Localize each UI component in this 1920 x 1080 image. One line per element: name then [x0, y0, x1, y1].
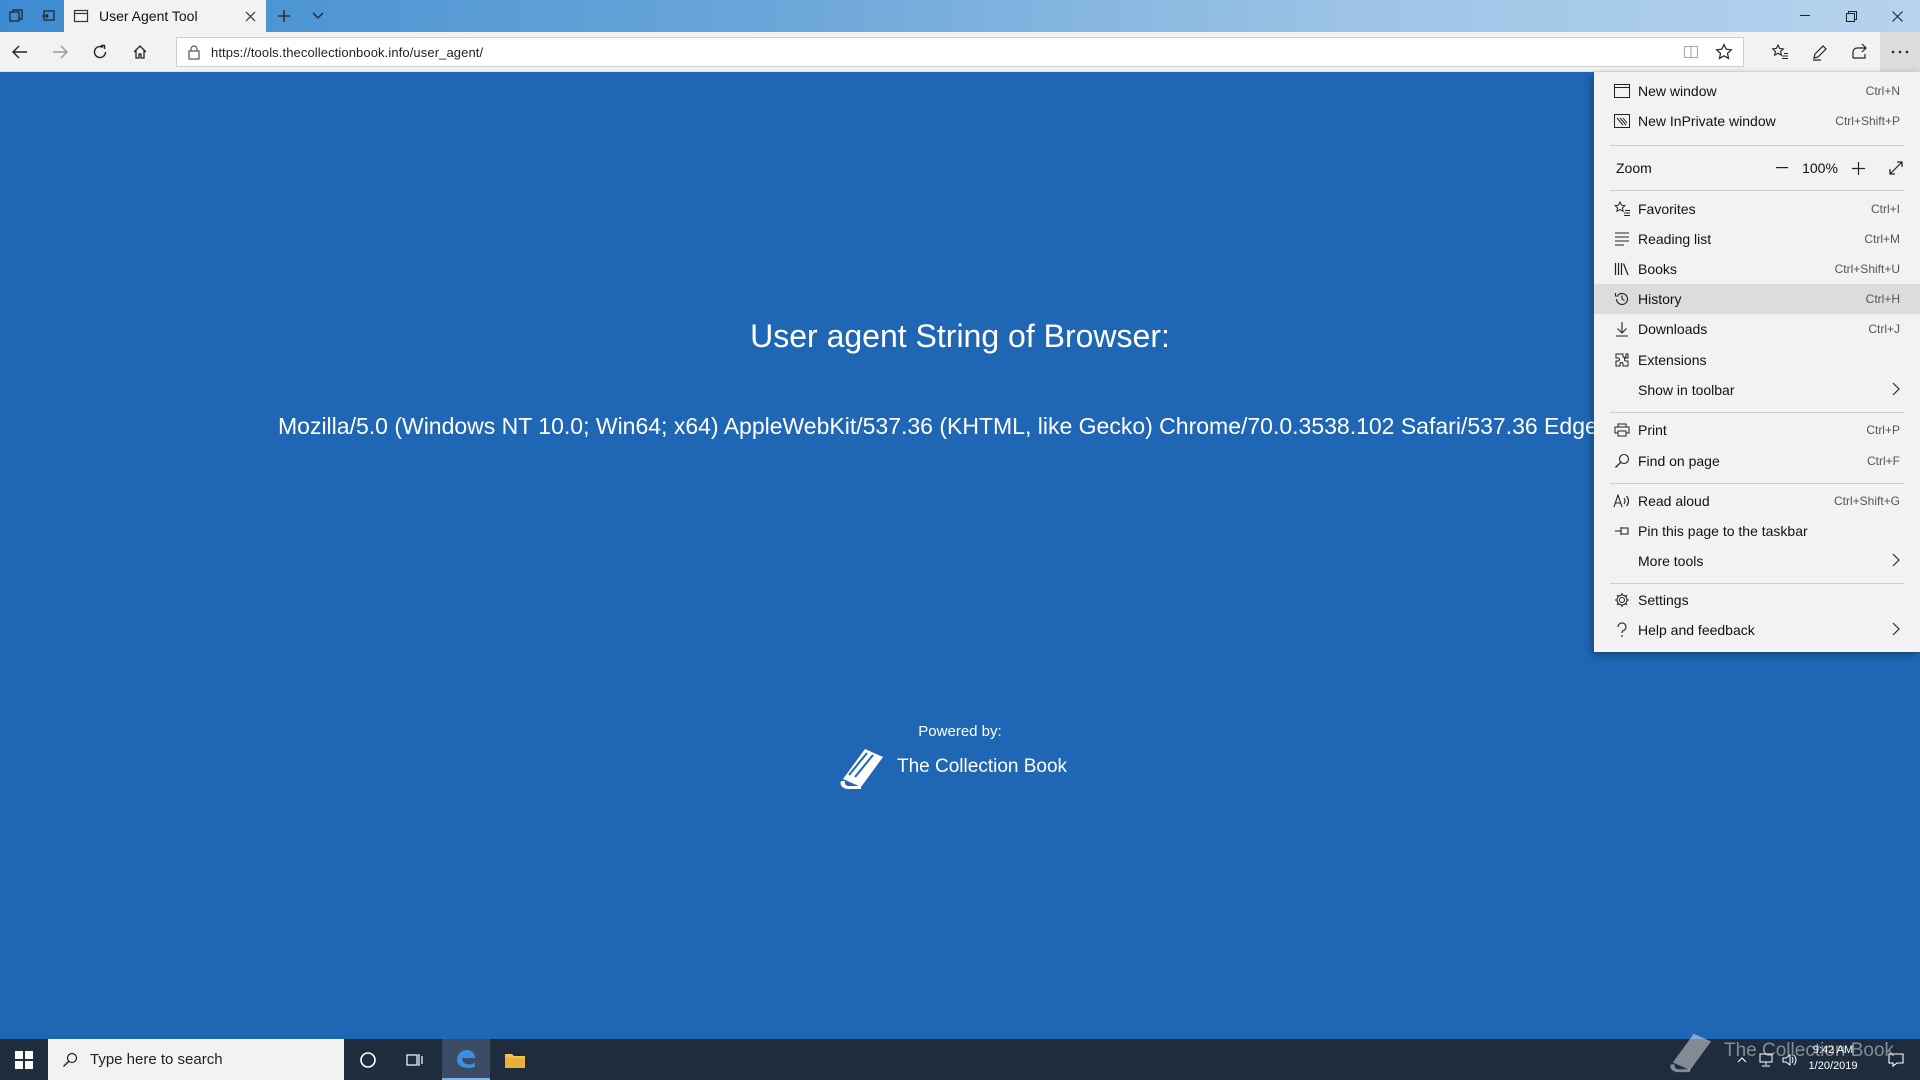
search-icon — [63, 1052, 78, 1067]
watermark-text: The Collection Book — [1724, 1040, 1895, 1061]
browser-tab[interactable]: User Agent Tool — [64, 0, 266, 32]
menu-item-new-inprivate-window[interactable]: New InPrivate window Ctrl+Shift+P — [1594, 106, 1920, 136]
restore-tabs-icon[interactable] — [32, 0, 64, 32]
powered-by-label: Powered by: — [918, 723, 1002, 740]
title-bar: User Agent Tool — [0, 0, 1920, 32]
brand-name: The Collection Book — [897, 756, 1068, 777]
history-icon — [1613, 290, 1631, 308]
book-logo-icon — [840, 749, 883, 789]
task-view-icon[interactable] — [392, 1039, 440, 1080]
menu-item-find-on-page[interactable]: Find on page Ctrl+F — [1594, 446, 1920, 476]
menu-item-history[interactable]: History Ctrl+H — [1594, 284, 1920, 314]
menu-item-reading-list[interactable]: Reading list Ctrl+M — [1594, 224, 1920, 254]
settings-menu: New window Ctrl+N New InPrivate window C… — [1594, 72, 1920, 652]
taskbar-search-box[interactable]: Type here to search — [48, 1039, 344, 1080]
new-tab-icon[interactable] — [266, 0, 302, 32]
chevron-right-icon — [1892, 553, 1900, 567]
back-arrow-icon[interactable] — [0, 32, 40, 72]
chevron-right-icon — [1892, 622, 1900, 636]
refresh-icon[interactable] — [80, 32, 120, 72]
zoom-out-icon[interactable] — [1770, 156, 1794, 180]
home-icon[interactable] — [120, 32, 160, 72]
minimize-icon[interactable] — [1782, 0, 1828, 32]
set-tabs-aside-icon[interactable] — [0, 0, 32, 32]
cortana-icon[interactable] — [344, 1039, 392, 1080]
menu-separator — [1610, 412, 1904, 413]
menu-item-more-tools[interactable]: More tools — [1594, 546, 1920, 576]
menu-separator — [1610, 190, 1904, 191]
books-icon — [1613, 260, 1631, 278]
page-favicon-icon — [73, 9, 89, 23]
favorites-icon — [1613, 200, 1631, 218]
menu-item-settings[interactable]: Settings — [1594, 585, 1920, 615]
fullscreen-icon[interactable] — [1884, 156, 1908, 180]
window-icon — [1613, 82, 1631, 100]
settings-and-more-icon[interactable] — [1880, 32, 1920, 72]
menu-item-books[interactable]: Books Ctrl+Shift+U — [1594, 254, 1920, 284]
address-bar[interactable]: https://tools.thecollectionbook.info/use… — [176, 37, 1744, 67]
extensions-icon — [1613, 351, 1631, 369]
read-aloud-icon — [1613, 492, 1631, 510]
reading-view-icon[interactable] — [1683, 44, 1699, 60]
watermark-book-icon — [1670, 1033, 1712, 1073]
chevron-right-icon — [1892, 382, 1900, 396]
share-icon[interactable] — [1840, 32, 1880, 72]
lock-icon — [188, 45, 200, 60]
print-icon — [1613, 421, 1631, 439]
search-placeholder: Type here to search — [90, 1051, 223, 1068]
web-note-pen-icon[interactable] — [1800, 32, 1840, 72]
menu-item-show-in-toolbar[interactable]: Show in toolbar — [1594, 375, 1920, 405]
file-explorer-icon[interactable] — [491, 1039, 539, 1080]
menu-item-read-aloud[interactable]: Read aloud Ctrl+Shift+G — [1594, 486, 1920, 516]
reading-list-icon — [1613, 230, 1631, 248]
close-window-icon[interactable] — [1874, 0, 1920, 32]
menu-item-favorites[interactable]: Favorites Ctrl+I — [1594, 194, 1920, 224]
menu-item-help-and-feedback[interactable]: Help and feedback — [1594, 615, 1920, 645]
menu-item-pin-to-taskbar[interactable]: Pin this page to the taskbar — [1594, 516, 1920, 546]
zoom-value: 100% — [1802, 160, 1838, 176]
find-icon — [1613, 452, 1631, 470]
navigation-bar: https://tools.thecollectionbook.info/use… — [0, 32, 1920, 72]
menu-separator — [1610, 583, 1904, 584]
help-icon — [1613, 621, 1631, 639]
url-text: https://tools.thecollectionbook.info/use… — [211, 44, 484, 60]
taskbar: Type here to search 9:42 AM 1/20/2019 — [0, 1039, 1920, 1080]
watermark: The Collection Book — [1664, 1028, 1894, 1074]
favorites-hub-icon[interactable] — [1760, 32, 1800, 72]
edge-taskbar-icon[interactable] — [442, 1039, 490, 1080]
close-tab-icon[interactable] — [234, 0, 266, 32]
zoom-label: Zoom — [1616, 160, 1652, 176]
zoom-row: Zoom 100% — [1594, 152, 1920, 184]
windows-start-icon[interactable] — [0, 1039, 48, 1080]
tab-title: User Agent Tool — [99, 8, 198, 24]
brand-link[interactable]: The Collection Book — [835, 741, 1067, 793]
menu-item-extensions[interactable]: Extensions — [1594, 345, 1920, 375]
menu-item-downloads[interactable]: Downloads Ctrl+J — [1594, 314, 1920, 344]
forward-arrow-icon[interactable] — [40, 32, 80, 72]
tab-list-chevron-icon[interactable] — [302, 0, 334, 32]
menu-separator — [1610, 145, 1904, 146]
gear-icon — [1613, 591, 1631, 609]
menu-item-new-window[interactable]: New window Ctrl+N — [1594, 76, 1920, 106]
pin-icon — [1613, 522, 1631, 540]
inprivate-icon — [1613, 112, 1631, 130]
restore-window-icon[interactable] — [1828, 0, 1874, 32]
download-icon — [1613, 320, 1631, 338]
zoom-in-icon[interactable] — [1846, 156, 1870, 180]
menu-separator — [1610, 483, 1904, 484]
menu-item-print[interactable]: Print Ctrl+P — [1594, 415, 1920, 445]
add-favorite-star-icon[interactable] — [1715, 43, 1733, 61]
